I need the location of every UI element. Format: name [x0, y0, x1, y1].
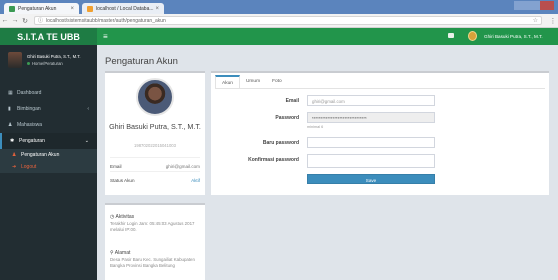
hamburger-icon[interactable]: ≡ [103, 32, 108, 41]
address-heading: ⚲ Alamat [110, 250, 131, 256]
url-text: localhost/sistemsitaubb/master/auth/peng… [46, 17, 166, 24]
sidebar-item-mahasiswa[interactable]: ♟ Mahasiswa [0, 117, 97, 133]
sidebar: S.I.T.A TE UBB Ghiri Basuki Putra, S.T.,… [0, 28, 97, 280]
user-icon: ♟ [12, 152, 17, 158]
logout-icon: ➜ [12, 164, 17, 170]
sidebar-item-pengaturan[interactable]: ✱ Pengaturan ⌄ [0, 133, 97, 149]
profile-email-label: Email [110, 164, 122, 169]
profile-card: Ghiri Basuki Putra, S.T., M.T. 198702022… [105, 71, 205, 195]
window-controls[interactable] [514, 1, 554, 10]
top-header: ≡ Ghiri Basuki Putra, S.T., M.T. [97, 28, 558, 45]
book-icon: ▮ [8, 106, 11, 112]
sidebar-menu: ▦ Dashboard ▮ Bimbingan ‹ ♟ Mahasiswa ✱ … [0, 85, 97, 173]
browser-tab-bar: Pengaturan Akun × localhost / Local Data… [0, 0, 558, 14]
bookmark-star-icon[interactable]: ☆ [533, 17, 538, 24]
tab-title: localhost / Local Databa... [96, 5, 154, 12]
close-tab-icon[interactable]: × [155, 6, 159, 12]
chevron-down-icon: ⌄ [84, 138, 89, 144]
settings-card: Akun Umum Foto Email ghiri@gmail.com Pas… [211, 71, 549, 195]
profile-status-label: Status Akun [110, 178, 135, 183]
pma-favicon-icon [87, 5, 93, 12]
sidebar-submenu: ♟ Pengaturan Akun ➜ Logout [0, 149, 97, 173]
gear-icon: ✱ [10, 138, 15, 144]
forward-icon[interactable]: → [10, 17, 20, 24]
new-password-label: Baru password [262, 140, 299, 146]
tab-umum[interactable]: Umum [240, 75, 266, 88]
page-favicon-icon [9, 5, 15, 12]
status-badge[interactable]: Aktif [191, 178, 200, 183]
profile-email-value: ghiri@gmail.com [165, 164, 200, 169]
profile-photo [136, 78, 174, 116]
url-field[interactable]: ⓘ localhost/sistemsitaubb/master/auth/pe… [34, 16, 542, 25]
sidebar-user-status: Home/Peraturan [27, 61, 81, 66]
header-avatar[interactable] [468, 31, 477, 41]
back-icon[interactable]: ← [0, 17, 10, 24]
sidebar-subitem-pengaturan-akun[interactable]: ♟ Pengaturan Akun [0, 149, 97, 161]
save-button[interactable]: Save [307, 174, 435, 184]
tab-foto[interactable]: Foto [266, 75, 288, 88]
online-dot-icon [27, 62, 30, 65]
password-label: Password [275, 115, 299, 121]
about-card: ◷ Aktivitas Terakhir Login Jam: 05:45:03… [105, 203, 205, 280]
tab-akun[interactable]: Akun [215, 75, 240, 88]
close-tab-icon[interactable]: × [70, 6, 74, 12]
clock-icon: ◷ [110, 214, 115, 220]
confirm-password-label: Konfirmasi password [248, 157, 299, 163]
sidebar-subitem-logout[interactable]: ➜ Logout [0, 161, 97, 173]
menu-dots-icon[interactable]: ⋮ [548, 17, 558, 25]
chevron-left-icon: ‹ [87, 106, 89, 112]
page-title: Pengaturan Akun [105, 56, 178, 67]
address-bar: ← → ↻ ⓘ localhost/sistemsitaubb/master/a… [0, 14, 558, 28]
app-brand[interactable]: S.I.T.A TE UBB [0, 28, 97, 45]
profile-email-row: Email ghiri@gmail.com [110, 157, 200, 169]
header-user-name[interactable]: Ghiri Basuki Putra, S.T., M.T. [484, 34, 543, 39]
maximize-icon[interactable] [527, 1, 540, 10]
tab-title: Pengaturan Akun [18, 5, 57, 12]
user-panel: Ghiri Basuki Putra, S.T., M.T. Home/Pera… [0, 45, 97, 75]
activity-heading: ◷ Aktivitas [110, 214, 135, 220]
notification-icon[interactable] [448, 33, 454, 38]
dashboard-icon: ▦ [8, 90, 13, 96]
settings-tabs: Akun Umum Foto [215, 75, 545, 89]
activity-text: Terakhir Login Jam: 05:45:03 Agustus 201… [110, 221, 195, 232]
reload-icon[interactable]: ↻ [20, 17, 30, 25]
email-label: Email [285, 98, 299, 104]
profile-nip: 198702022015041003 [134, 143, 176, 148]
sidebar-user-name: Ghiri Basuki Putra, S.T., M.T. [27, 54, 81, 59]
map-marker-icon: ⚲ [110, 250, 114, 256]
sidebar-item-bimbingan[interactable]: ▮ Bimbingan ‹ [0, 101, 97, 117]
info-icon: ⓘ [38, 18, 44, 24]
address-text: Desa Pasir Baru Kec. Sungailiat Kabupate… [110, 257, 195, 268]
users-icon: ♟ [8, 122, 13, 128]
minimize-icon[interactable] [514, 1, 527, 10]
browser-tab-active[interactable]: Pengaturan Akun × [4, 3, 79, 14]
profile-name: Ghiri Basuki Putra, S.T., M.T. [109, 122, 201, 131]
password-help: minimal 6 [307, 125, 324, 129]
sidebar-item-dashboard[interactable]: ▦ Dashboard [0, 85, 97, 101]
new-password-field[interactable] [307, 137, 435, 148]
password-field[interactable]: ******************************** [307, 112, 435, 123]
avatar [8, 52, 22, 68]
browser-tab[interactable]: localhost / Local Databa... × [82, 3, 164, 14]
confirm-password-field[interactable] [307, 154, 435, 168]
profile-status-row: Status Akun Aktif [110, 171, 200, 183]
email-field[interactable]: ghiri@gmail.com [307, 95, 435, 106]
